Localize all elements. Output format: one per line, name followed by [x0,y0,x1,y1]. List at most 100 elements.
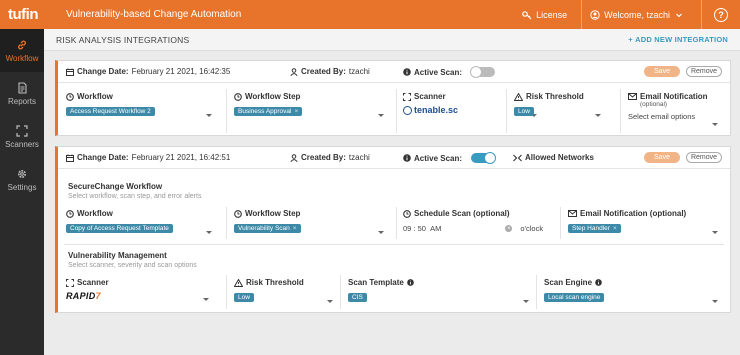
email-sublabel: (optional) [640,101,668,108]
sidebar-item-reports[interactable]: Reports [0,72,44,115]
workflow-step-select[interactable]: Business Approval × [234,106,384,116]
chevron-down-icon[interactable] [712,300,718,303]
scanner-select[interactable]: RAPID7 [66,291,216,301]
step-label-row: Workflow Step [234,209,384,218]
email-label: Email Notification [640,92,708,101]
change-date-label: Change Date: [77,67,129,76]
workflow-tag: Copy of Access Request Template [66,224,173,233]
email-notification-field: Email Notification (optional) Step Handl… [568,209,728,234]
workflow-step-select[interactable]: Vulnerability Scan × [234,223,384,233]
active-scan-toggle[interactable] [471,152,497,164]
sidebar-item-workflow[interactable]: Workflow [0,29,44,72]
chevron-down-icon[interactable] [378,114,384,117]
schedule-minute[interactable]: 50 [418,224,426,233]
license-label: License [536,9,568,20]
column-divider [506,89,507,133]
chevron-down-icon[interactable] [327,300,333,303]
scan-template-select[interactable]: CIS [348,292,528,302]
chevron-down-icon[interactable] [203,298,209,301]
email-tag: Step Handler × [568,224,621,233]
scanner-icon [403,92,411,101]
section-desc-securechange: Select workflow, scan step, and error al… [68,193,202,200]
chevron-down-icon[interactable] [206,231,212,234]
workflow-field: Workflow Access Request Workflow 2 [66,92,214,117]
close-icon[interactable]: × [613,225,617,232]
close-icon[interactable]: × [293,225,297,232]
chevron-down-icon[interactable] [712,123,718,126]
workflow-label: Workflow [77,92,113,101]
schedule-label-row: Schedule Scan (optional) [403,209,553,218]
change-date-value: February 21 2021, 16:42:35 [131,67,231,76]
section-divider [64,244,724,245]
user-menu[interactable]: Welcome, tzachi [590,10,687,20]
risk-threshold-field: Risk Threshold Low [234,278,334,303]
help-button[interactable]: ? [714,7,728,22]
key-icon [522,10,532,19]
tenable-logo: tenable.sc [414,105,459,115]
workflow-select[interactable]: Copy of Access Request Template [66,223,214,233]
envelope-icon [568,210,577,217]
section-title-vulnerability: Vulnerability Management [68,251,167,260]
link-icon [18,40,26,49]
email-notification-field: Email Notification (optional) Select ema… [628,92,728,126]
workflow-tag: Access Request Workflow 2 [66,107,155,116]
page-title: RISK ANALYSIS INTEGRATIONS [56,34,190,45]
schedule-time-input[interactable]: 09 : 50 AM × o'clock [403,224,553,233]
allowed-networks[interactable]: Allowed Networks [513,153,597,162]
risk-threshold-select[interactable]: Low [234,292,334,302]
chevron-down-icon[interactable] [595,114,601,117]
workflow-select[interactable]: Access Request Workflow 2 [66,106,214,116]
close-icon[interactable]: × [294,108,298,115]
column-divider [226,89,227,133]
scan-engine-select[interactable]: Local scan engine [544,292,724,302]
allowed-networks-label: Allowed Networks [525,153,594,162]
tufin-logo[interactable]: tufin [0,6,44,23]
chevron-down-icon[interactable] [206,114,212,117]
chevron-down-icon[interactable] [378,231,384,234]
column-divider [396,207,397,239]
app-title: Vulnerability-based Change Automation [66,9,242,20]
column-divider [340,275,341,309]
schedule-suffix: o'clock [520,224,544,233]
email-select[interactable]: Step Handler × [568,223,728,233]
clear-icon[interactable]: × [505,225,513,232]
column-divider [620,89,621,133]
save-button[interactable]: Save [644,66,680,77]
user-icon [290,67,298,76]
clock-icon [403,209,411,218]
change-date: Change Date: February 21 2021, 16:42:35 [66,67,230,76]
section-title-securechange: SecureChange Workflow [68,182,163,191]
scanner-label: Scanner [77,278,109,287]
top-bar: tufin Vulnerability-based Change Automat… [0,0,740,29]
risk-label: Risk Threshold [246,278,304,287]
license-link[interactable]: License [522,10,567,20]
add-integration-button[interactable]: + ADD NEW INTEGRATION [628,35,728,44]
active-scan-toggle[interactable] [470,66,496,78]
schedule-hour[interactable]: 09 [403,224,411,233]
divider [581,0,583,29]
remove-button[interactable]: Remove [686,152,722,163]
warning-icon [234,278,243,287]
created-by-label: Created By: [301,153,346,162]
remove-button[interactable]: Remove [686,66,722,77]
active-scan: Active Scan: [403,66,496,78]
toggle-knob [484,152,497,164]
risk-label: Risk Threshold [526,92,584,101]
column-divider [226,207,227,239]
created-by-value: tzachi [348,153,370,162]
step-tag: Vulnerability Scan × [234,224,301,233]
section-desc-vulnerability: Select scanner, severity and scan option… [68,262,197,269]
risk-label-row: Risk Threshold [514,92,614,101]
email-label-row: Email Notification [628,92,728,101]
sidebar-item-scanners[interactable]: Scanners [0,115,44,158]
envelope-icon [628,93,637,100]
scanner-select[interactable]: tenable.sc [403,105,503,115]
change-date-label: Change Date: [77,153,129,162]
email-select[interactable]: Select email options [628,112,728,121]
chevron-down-icon[interactable] [523,300,529,303]
chevron-down-icon[interactable] [712,231,718,234]
report-icon [17,81,27,94]
sidebar-item-settings[interactable]: Settings [0,158,44,201]
save-button[interactable]: Save [644,152,680,163]
schedule-ampm[interactable]: AM [430,224,441,233]
